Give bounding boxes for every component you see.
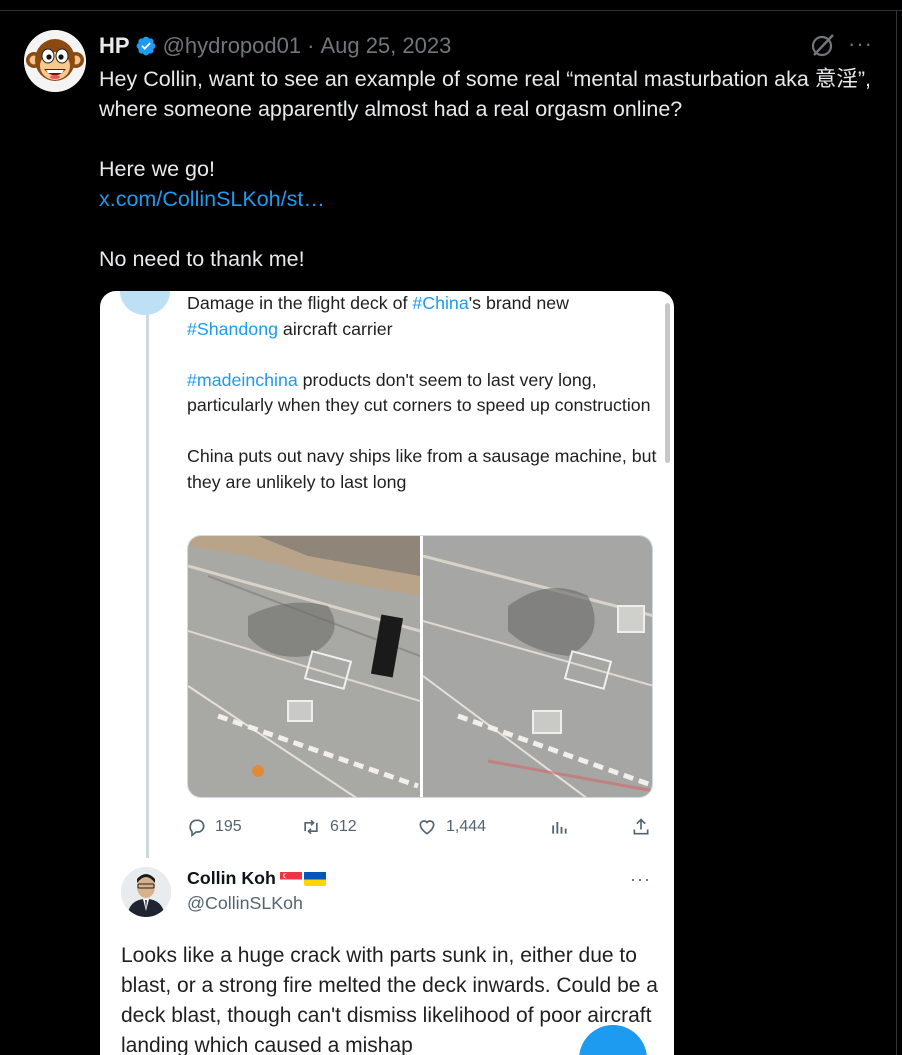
quoted-tweet-actions: 195 612 1,444 (187, 814, 657, 840)
post-line: Here we go! (99, 157, 215, 181)
post-link[interactable]: x.com/CollinSLKoh/st… (99, 184, 879, 214)
hashtag-china[interactable]: #China (412, 293, 468, 313)
attached-screenshot[interactable]: Damage in the flight deck of #China's br… (100, 291, 674, 1055)
like-button[interactable]: 1,444 (416, 814, 486, 840)
share-icon (633, 818, 649, 835)
scrollbar[interactable] (665, 303, 670, 463)
author-handle[interactable]: @hydropod01 (163, 33, 302, 59)
thread-line (146, 315, 149, 858)
author-name[interactable]: HP (99, 33, 130, 59)
top-divider (0, 10, 902, 11)
quoted-text: aircraft carrier (277, 318, 393, 339)
right-divider (896, 10, 897, 1055)
reply-more-options-icon[interactable]: ··· (630, 869, 651, 890)
views-button[interactable] (549, 814, 577, 840)
quoted-tweet-text: Damage in the flight deck of #China's br… (187, 291, 657, 495)
post-header: HP @hydropod01 · Aug 25, 2023 (99, 30, 451, 62)
post-date[interactable]: Aug 25, 2023 (320, 33, 451, 59)
singapore-flag-icon (279, 871, 302, 886)
share-button[interactable] (631, 814, 659, 840)
grok-icon[interactable] (810, 32, 836, 58)
header-separator: · (307, 33, 315, 58)
reply-author-handle[interactable]: @CollinSLKoh (187, 893, 303, 914)
reply-author-avatar[interactable] (121, 867, 171, 917)
reply-icon (189, 819, 205, 837)
person-photo-icon (121, 867, 171, 917)
quoted-text: 's brand new (468, 293, 569, 313)
more-options-icon[interactable]: ··· (848, 33, 876, 55)
verified-badge-icon[interactable] (135, 35, 157, 57)
reply-count: 195 (215, 818, 242, 835)
author-avatar[interactable] (24, 30, 86, 92)
repost-count: 612 (330, 818, 357, 835)
heart-icon (419, 820, 435, 835)
post-body: Hey Collin, want to see an example of so… (99, 64, 879, 274)
quoted-author-avatar (120, 291, 170, 315)
post-line: Hey Collin, want to see an example of so… (99, 67, 871, 121)
reply-button[interactable]: 195 (187, 814, 242, 840)
repost-icon (304, 819, 318, 835)
hashtag-madeinchina[interactable]: #madeinchina (187, 370, 298, 390)
reply-text: Looks like a huge crack with parts sunk … (121, 944, 658, 1055)
post-line: No need to thank me! (99, 247, 305, 271)
quoted-text: China puts out navy ships like from a sa… (187, 446, 657, 492)
quoted-text: Damage in the flight deck of (187, 293, 413, 313)
like-count: 1,444 (446, 818, 487, 835)
views-icon (552, 822, 567, 834)
reply-author-name[interactable]: Collin Koh (187, 868, 326, 889)
ukraine-flag-icon (303, 871, 326, 886)
hashtag-shandong[interactable]: #Shandong (187, 319, 278, 339)
reply-author-name-text: Collin Koh (187, 868, 276, 888)
monkey-avatar-icon (24, 30, 86, 92)
satellite-images[interactable] (187, 535, 653, 798)
repost-button[interactable]: 612 (300, 814, 357, 840)
satellite-image-pair (188, 536, 652, 797)
